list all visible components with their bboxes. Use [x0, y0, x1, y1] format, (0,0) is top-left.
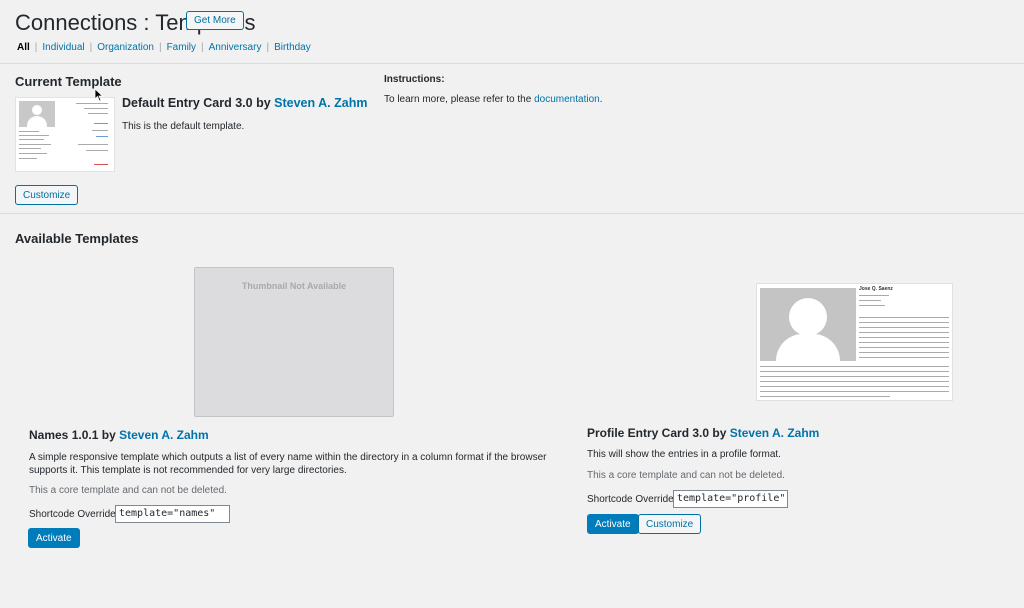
names-author-link[interactable]: Steven A. Zahm: [119, 428, 209, 442]
profile-core-note: This a core template and can not be dele…: [587, 470, 785, 481]
current-customize-button[interactable]: Customize: [15, 185, 79, 205]
names-activate-button[interactable]: Activate: [28, 528, 80, 548]
names-shortcode-input[interactable]: template="names": [115, 505, 230, 523]
profile-template-title: Profile Entry Card 3.0 by Steven A. Zahm: [587, 426, 820, 440]
documentation-link[interactable]: documentation: [534, 94, 600, 105]
filter-all[interactable]: All: [17, 42, 30, 53]
filter-family[interactable]: Family: [167, 42, 196, 53]
names-template-description: A simple responsive template which outpu…: [29, 452, 547, 476]
names-shortcode-label: Shortcode Override:: [29, 509, 119, 520]
profile-activate-button[interactable]: Activate: [587, 514, 639, 534]
profile-template-thumbnail: Jose Q. Saenz: [756, 283, 953, 401]
mouse-cursor-icon: [94, 88, 104, 102]
instructions-heading: Instructions:: [384, 74, 445, 85]
current-author-link[interactable]: Steven A. Zahm: [274, 96, 367, 110]
avatar-placeholder: [19, 101, 55, 127]
divider: [0, 63, 1024, 64]
available-templates-heading: Available Templates: [15, 231, 139, 246]
filter-links: All | Individual | Organization | Family | Anniv…: [17, 42, 311, 53]
profile-shortcode-input[interactable]: template="profile": [673, 490, 788, 508]
names-template-thumbnail: Thumbnail Not Available: [194, 267, 394, 417]
profile-author-link[interactable]: Steven A. Zahm: [730, 426, 820, 440]
get-more-button[interactable]: Get More: [186, 11, 244, 30]
divider: [0, 213, 1024, 214]
current-template-title: Default Entry Card 3.0 by Steven A. Zahm: [122, 96, 368, 110]
profile-shortcode-label: Shortcode Override:: [587, 494, 677, 505]
filter-individual[interactable]: Individual: [42, 42, 84, 53]
profile-avatar-placeholder: [760, 288, 856, 361]
profile-template-description: This will show the entries in a profile …: [587, 449, 781, 460]
filter-organization[interactable]: Organization: [97, 42, 154, 53]
current-template-thumbnail: [15, 97, 115, 172]
current-template-description: This is the default template.: [122, 121, 245, 132]
profile-preview-name: Jose Q. Saenz: [859, 286, 893, 292]
profile-customize-button[interactable]: Customize: [638, 514, 702, 534]
current-template-heading: Current Template: [15, 74, 122, 89]
filter-birthday[interactable]: Birthday: [274, 42, 311, 53]
filter-anniversary[interactable]: Anniversary: [209, 42, 262, 53]
thumbnail-not-available-text: Thumbnail Not Available: [241, 281, 347, 291]
names-core-note: This a core template and can not be dele…: [29, 485, 227, 496]
names-template-title: Names 1.0.1 by Steven A. Zahm: [29, 428, 209, 442]
instructions-text: To learn more, please refer to the docum…: [384, 94, 603, 105]
